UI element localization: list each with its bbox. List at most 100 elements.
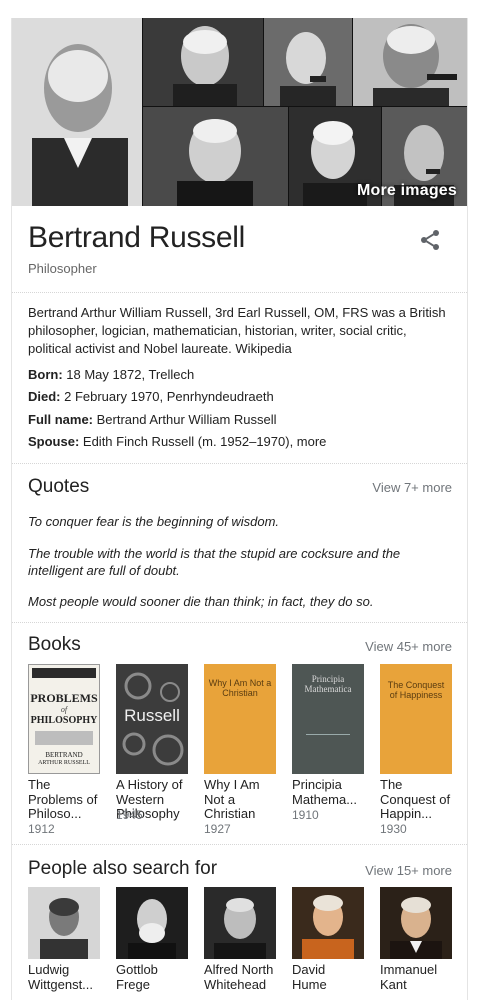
fact-link-trellech[interactable]: Trellech (148, 367, 194, 382)
book-title-line: Happin... (380, 806, 433, 821)
book-cover: The Conquest of Happiness (380, 664, 452, 774)
entity-title: Bertrand Russell (28, 221, 245, 254)
person-photo (204, 887, 276, 959)
wikipedia-link[interactable]: Wikipedia (235, 341, 291, 356)
fact-value: Edith Finch Russell (m. 1952–1970), (79, 434, 297, 449)
person-name-line: David (292, 962, 326, 977)
book-cover: Why I Am Not a Christian (204, 664, 276, 774)
person-name-line: Ludwig (28, 962, 70, 977)
fact-label: Full name: (28, 412, 94, 427)
book-title-line: The (28, 777, 51, 792)
spouse-more-link[interactable]: more (297, 434, 327, 449)
book-title-line: Problems of (28, 791, 98, 807)
person-photo (380, 887, 452, 959)
cover-text: ARTHUR RUSSELL (38, 760, 90, 766)
cover-text: PHILOSOPHY (30, 715, 98, 726)
book-title-line: Principia (292, 777, 342, 792)
person-name: David Hume (292, 962, 370, 992)
book-title-line: Conquest of (380, 791, 451, 807)
cover-text: Mathematica (304, 684, 352, 694)
book-year: 1927 (204, 822, 231, 836)
person-name: Alfred North Whitehead (204, 962, 282, 992)
cover-text: Russell (124, 706, 180, 725)
fact-died: Died: 2 February 1970, Penrhyndeudraeth (28, 389, 274, 404)
fact-value: Bertrand Arthur William Russell (93, 412, 277, 427)
header-divider (12, 292, 467, 293)
cover-text: BERTRAND (45, 751, 83, 759)
book-title-line: Philoso... (28, 806, 82, 821)
person-name-line: Wittgenst... (28, 976, 94, 992)
people-carousel: Ludwig Wittgenst... Gottlob Frege Alfred… (28, 887, 460, 1000)
books-divider (12, 844, 467, 845)
people-heading: People also search for (28, 858, 218, 879)
person-name-line: Gottlob (116, 962, 158, 977)
portrait-photo-3[interactable] (264, 18, 352, 106)
book-cover: Russell (116, 664, 188, 774)
people-view-more-link[interactable]: View 15+ more (365, 863, 452, 878)
cover-text: Why I Am Not a (208, 678, 272, 688)
quotes-divider (12, 622, 467, 623)
book-title-line: Not a (204, 791, 236, 807)
books-carousel: PROBLEMS of PHILOSOPHY BERTRAND ARTHUR R… (28, 664, 460, 844)
fact-label: Died: (28, 389, 61, 404)
book-title-line: A History of (116, 777, 183, 792)
facts-divider (12, 463, 467, 464)
person-name-line: Frege (116, 976, 150, 992)
share-icon[interactable] (418, 228, 442, 252)
quote-item: Most people would sooner die than think;… (28, 594, 374, 609)
more-images-link[interactable]: More images (357, 182, 457, 200)
book-year: 1910 (292, 808, 319, 822)
entity-subtitle: Philosopher (28, 261, 97, 276)
books-view-more-link[interactable]: View 45+ more (365, 639, 452, 654)
book-year: 1945 (116, 808, 143, 822)
book-year: 1930 (380, 822, 407, 836)
fact-spouse: Spouse: Edith Finch Russell (m. 1952–197… (28, 434, 326, 449)
book-title: Principia Mathema... (292, 777, 370, 807)
books-heading: Books (28, 634, 81, 655)
fact-born: Born: 18 May 1872, Trellech (28, 367, 194, 382)
person-name: Immanuel Kant (380, 962, 458, 992)
person-name: Ludwig Wittgenst... (28, 962, 106, 992)
fact-value: 2 February 1970, (60, 389, 167, 404)
person-name-line: Alfred North (204, 962, 274, 977)
knowledge-panel: More images Bertrand Russell Philosopher… (11, 18, 468, 1000)
cover-text: The Conquest (387, 680, 445, 690)
book-title-line: Christian (204, 806, 256, 821)
book-cover: PROBLEMS of PHILOSOPHY BERTRAND ARTHUR R… (28, 664, 100, 774)
cover-text: Principia (311, 674, 345, 684)
quotes-view-more-link[interactable]: View 7+ more (372, 480, 452, 495)
portrait-photo-2[interactable] (143, 18, 263, 106)
cover-text: of Happiness (389, 690, 443, 700)
portrait-photo-main[interactable] (12, 18, 142, 206)
person-name-line: Whitehead (204, 976, 267, 992)
book-title: The Conquest of Happin... (380, 777, 458, 822)
book-title: Why I Am Not a Christian (204, 777, 282, 822)
book-cover: Principia Mathematica (292, 664, 364, 774)
person-name-line: Hume (292, 976, 327, 992)
person-photo (116, 887, 188, 959)
image-collage[interactable]: More images (12, 18, 467, 206)
quotes-heading: Quotes (28, 476, 90, 497)
person-name: Gottlob Frege (116, 962, 194, 992)
book-title-line: Why I Am (204, 777, 260, 792)
fact-link-penrhyndeudraeth[interactable]: Penrhyndeudraeth (167, 389, 274, 404)
fact-label: Spouse: (28, 434, 80, 449)
fact-value: 18 May 1872, (62, 367, 149, 382)
portrait-photo-5[interactable] (143, 107, 288, 206)
fact-full-name: Full name: Bertrand Arthur William Russe… (28, 412, 277, 427)
quote-item: To conquer fear is the beginning of wisd… (28, 514, 280, 529)
cover-text: PROBLEMS (30, 691, 98, 705)
description: Bertrand Arthur William Russell, 3rd Ear… (28, 304, 453, 358)
person-name-line: Immanuel (380, 962, 438, 977)
book-year: 1912 (28, 822, 55, 836)
book-title: The Problems of Philoso... (28, 777, 106, 822)
quote-item: The trouble with the world is that the s… (28, 546, 401, 578)
person-name-line: Kant (380, 976, 407, 992)
fact-label: Born: (28, 367, 63, 382)
book-title-line: Western (116, 791, 165, 807)
book-title-line: The (380, 777, 403, 792)
portrait-photo-4[interactable] (353, 18, 467, 106)
book-title-line: Mathema... (292, 791, 358, 807)
cover-text: Christian (222, 688, 258, 698)
person-photo (292, 887, 364, 959)
